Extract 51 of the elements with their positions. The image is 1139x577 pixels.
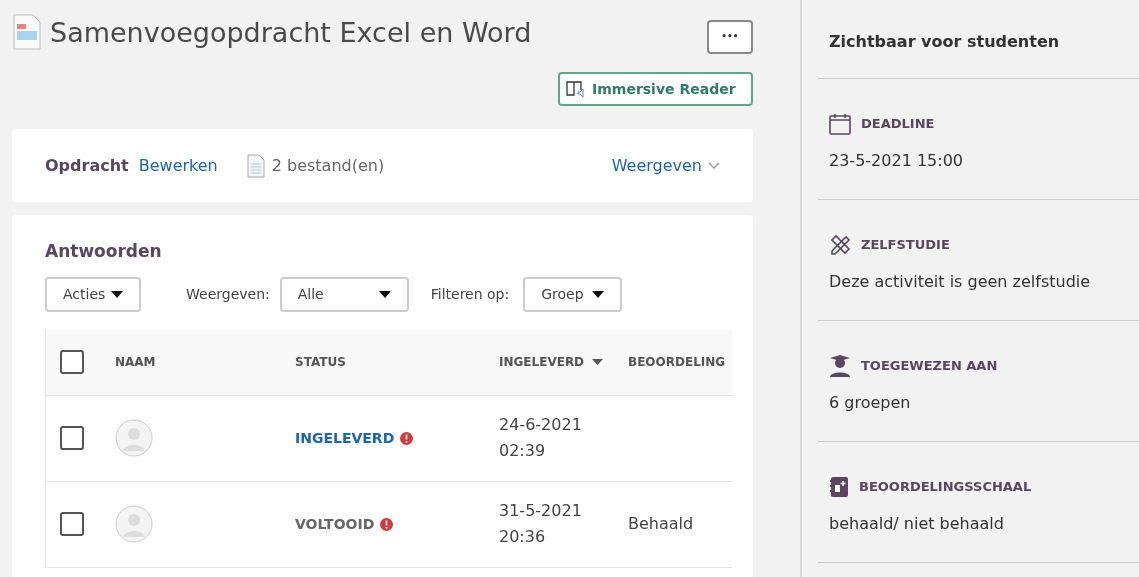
status-text: VOLTOOID: [295, 514, 375, 534]
page-title: Samenvoegopdracht Excel en Word: [50, 18, 532, 46]
show-label: Weergeven:: [186, 284, 270, 304]
submitted-time: 20:36: [499, 526, 547, 548]
grade-book-icon: [829, 476, 849, 498]
column-header[interactable]: INGELEVERD: [499, 353, 585, 371]
filter-label: Filteren op:: [430, 284, 510, 304]
document-icon: [12, 14, 42, 50]
field-value: Deze activiteit is geen zelfstudie: [829, 271, 1092, 293]
checkbox[interactable]: [60, 350, 84, 374]
more-options-button[interactable]: •••: [707, 20, 753, 54]
calendar-icon: [829, 113, 851, 135]
show-dropdown[interactable]: Alle: [279, 276, 409, 312]
column-header: STATUS: [295, 354, 346, 371]
field-value: behaald/ niet behaald: [829, 513, 1005, 535]
grade-text: Behaald: [628, 514, 694, 533]
warning-icon: [400, 431, 414, 445]
book-speaker-icon: [566, 80, 586, 98]
caret-down-icon: [378, 290, 391, 298]
field-label: TOEGEWEZEN AAN: [861, 357, 998, 376]
immersive-reader-button[interactable]: Immersive Reader: [558, 72, 753, 106]
edit-link[interactable]: Bewerken: [138, 153, 218, 178]
avatar-icon: [115, 419, 153, 457]
field-value: 23-5-2021 15:00: [829, 150, 964, 172]
avatar-icon: [115, 505, 153, 543]
submitted-date: 24-6-2021: [499, 414, 583, 436]
field-label: DEADLINE: [861, 115, 935, 134]
filter-dropdown[interactable]: Groep: [523, 276, 623, 312]
field-label: BEOORDELINGSSCHAAL: [859, 478, 1032, 497]
file-icon: [245, 153, 266, 178]
submitted-date: 31-5-2021: [499, 500, 583, 522]
column-header: BEOORDELING: [628, 354, 726, 371]
checkbox[interactable]: [60, 512, 84, 536]
chevron-down-icon: [708, 161, 720, 170]
field-value: 6 groepen: [829, 392, 912, 414]
checkbox[interactable]: [60, 426, 84, 450]
submitted-time: 02:39: [499, 440, 547, 462]
caret-down-icon: [111, 290, 123, 298]
actions-dropdown[interactable]: Acties: [45, 276, 141, 312]
sort-down-icon: [592, 359, 604, 365]
view-dropdown-link[interactable]: Weergeven: [611, 153, 720, 178]
field-label: ZELFSTUDIE: [861, 236, 950, 255]
assignment-label: Opdracht: [45, 154, 129, 177]
student-icon: [829, 354, 851, 378]
caret-down-icon: [592, 290, 605, 298]
file-count: 2 bestand(en): [271, 154, 385, 177]
section-heading: Antwoorden: [45, 240, 163, 263]
warning-icon: [380, 517, 394, 531]
column-header: NAAM: [115, 354, 156, 371]
status-text[interactable]: INGELEVERD: [295, 427, 395, 449]
sidebar-title: Zichtbaar voor studenten: [818, 0, 1139, 79]
